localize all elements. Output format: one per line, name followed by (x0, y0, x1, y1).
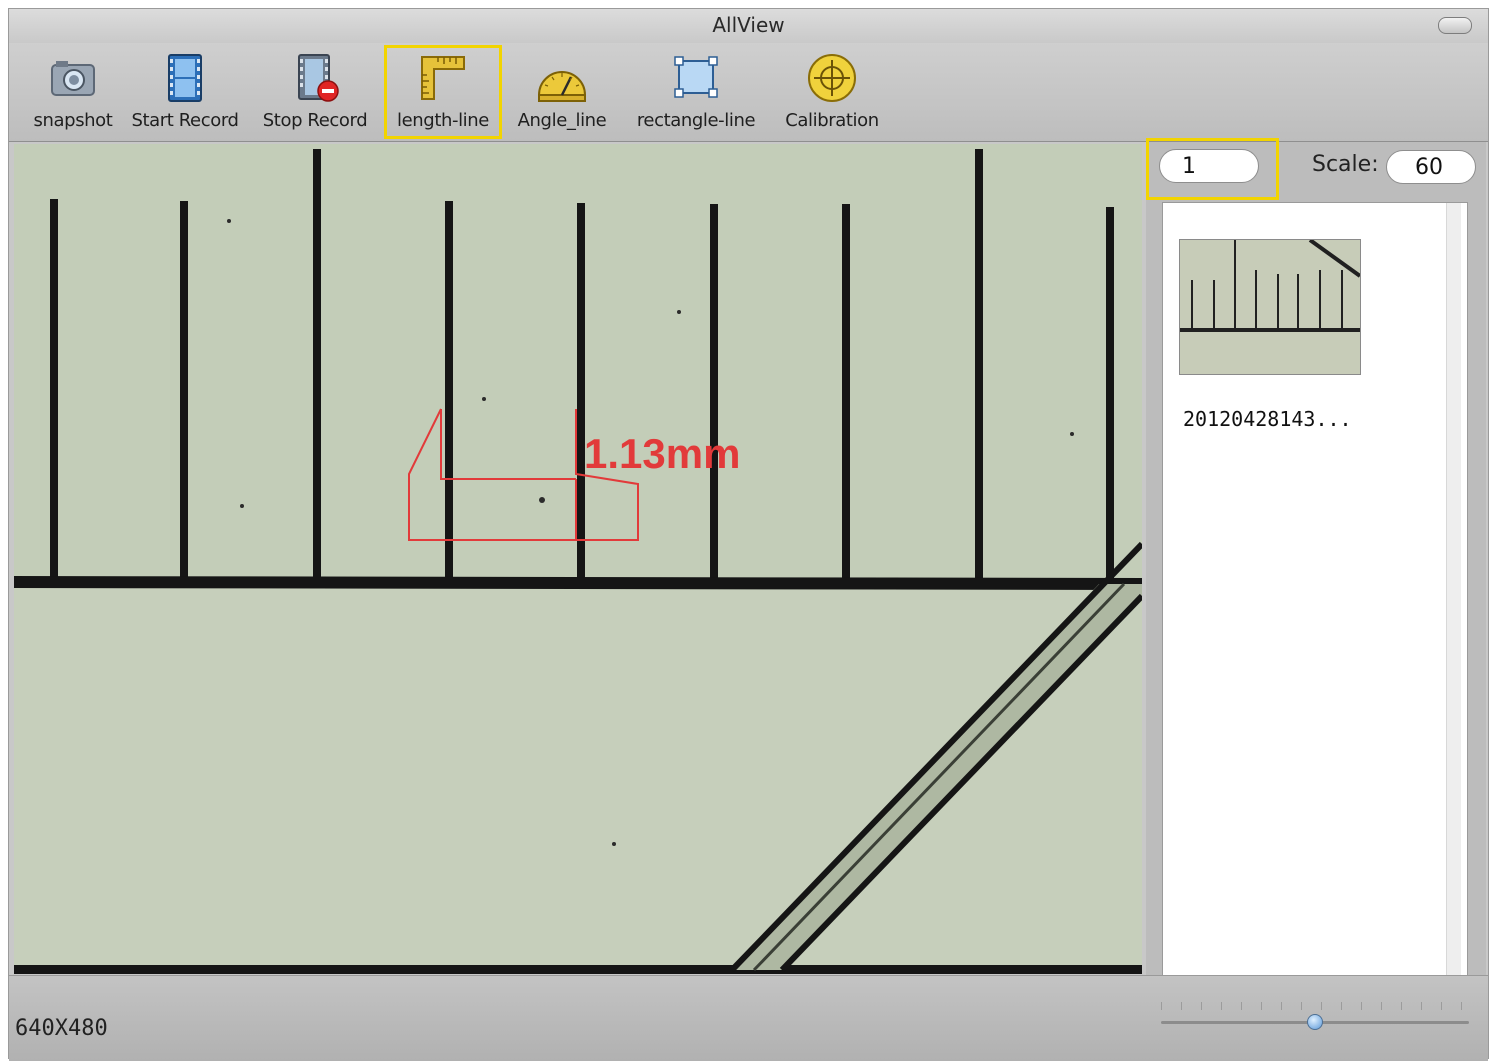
zoom-slider[interactable] (1161, 1014, 1469, 1030)
stop-record-button[interactable]: Stop Record (252, 45, 378, 139)
protractor-icon (537, 71, 587, 102)
thumbnail-image[interactable] (1179, 239, 1361, 375)
toolbar-toggle-button[interactable] (1438, 17, 1472, 34)
zoom-slider-knob[interactable] (1307, 1014, 1323, 1030)
ruler-icon (421, 56, 465, 100)
length-line-label: length-line (397, 110, 489, 131)
rectangle-icon (674, 56, 718, 98)
film-stop-icon (298, 54, 339, 102)
value-input-highlight: 1 (1146, 138, 1279, 200)
value-input-text: 1 (1182, 154, 1196, 179)
angle-line-button[interactable]: Angle_line (506, 45, 618, 139)
measurement-label: 1.13mm (584, 430, 740, 477)
camera-icon (51, 61, 95, 96)
zoom-slider-ticks (1161, 1002, 1469, 1010)
angle-line-label: Angle_line (517, 110, 607, 131)
thumbnail-list: 20120428143... (1162, 202, 1468, 980)
crosshair-icon (808, 54, 856, 102)
scale-label: Scale: (1312, 152, 1379, 177)
rectangle-line-button[interactable]: rectangle-line (626, 45, 766, 139)
resolution-label: 640X480 (15, 1016, 108, 1041)
toolbar: snapshot Start Record Stop Record length… (9, 43, 1488, 142)
length-line-button[interactable]: length-line (384, 45, 502, 139)
stop-record-label: Stop Record (262, 110, 368, 131)
start-record-button[interactable]: Start Record (122, 45, 248, 139)
start-record-label: Start Record (131, 110, 239, 131)
specimen-image[interactable]: 1.13mm (14, 144, 1142, 974)
film-icon (168, 54, 202, 102)
value-input[interactable]: 1 (1159, 149, 1259, 183)
rectangle-line-label: rectangle-line (636, 110, 756, 131)
window-title: AllView (712, 13, 785, 37)
title-bar: AllView (9, 9, 1488, 43)
microscope-view[interactable]: 1.13mm (14, 144, 1142, 974)
calibration-button[interactable]: Calibration (776, 45, 888, 139)
app-window: AllView snapshot Start Record Stop Recor… (8, 8, 1489, 1061)
thumbnail-name[interactable]: 20120428143... (1183, 407, 1352, 431)
scale-input-text: 60 (1415, 155, 1443, 180)
calibration-label: Calibration (785, 110, 879, 131)
snapshot-label: snapshot (33, 110, 113, 131)
sidebar: 1 Scale: 60 20120428143... (1146, 138, 1486, 982)
scale-input[interactable]: 60 (1386, 150, 1476, 184)
snapshot-button[interactable]: snapshot (19, 45, 127, 139)
thumbnail-scrollbar[interactable] (1446, 203, 1461, 979)
status-bar: 640X480 (9, 975, 1488, 1061)
